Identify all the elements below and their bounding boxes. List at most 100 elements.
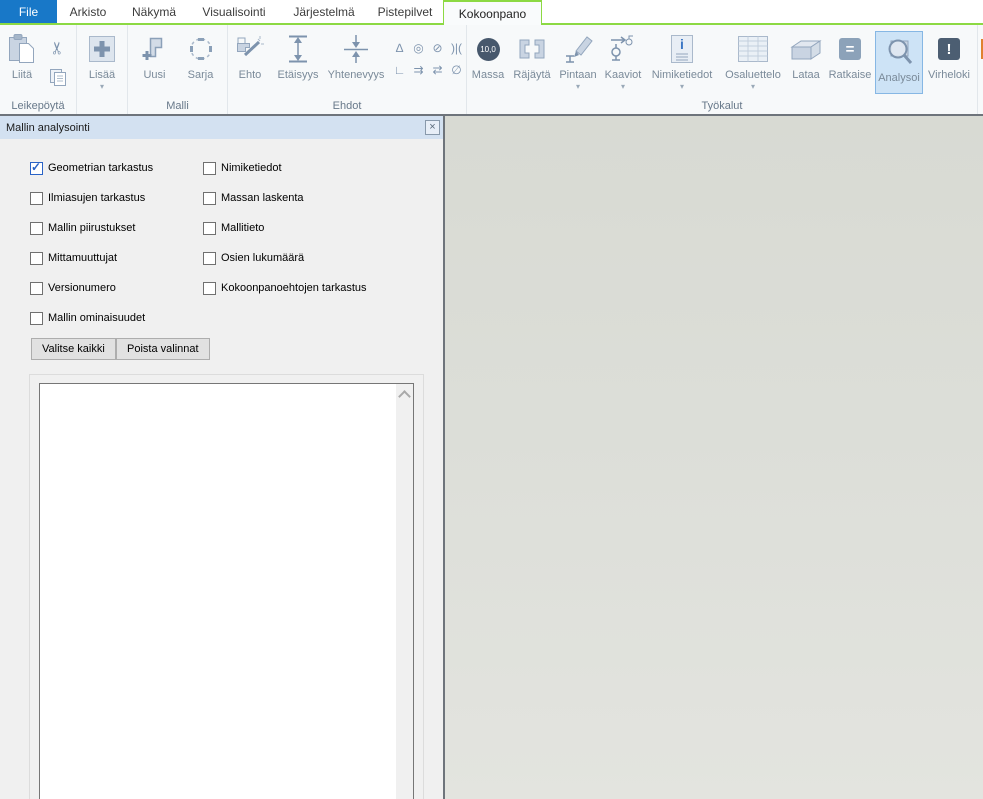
checkbox-mallitieto[interactable]: ✓ Mallitieto bbox=[203, 221, 264, 235]
svg-text:i: i bbox=[680, 36, 684, 52]
paste-button[interactable]: Liitä bbox=[0, 29, 44, 82]
select-all-button[interactable]: Valitse kaikki bbox=[31, 338, 116, 360]
analysis-results-listbox[interactable] bbox=[39, 383, 414, 799]
item-data-info-icon: i bbox=[670, 29, 694, 69]
checkbox-kokoonpanoehtojen-tarkastus[interactable]: ✓ Kokoonpanoehtojen tarkastus bbox=[203, 281, 367, 295]
copy-icon[interactable] bbox=[50, 69, 67, 91]
chevron-down-icon: ▾ bbox=[100, 82, 104, 92]
no-tangent-constraint-icon[interactable]: ∅ bbox=[447, 59, 466, 81]
checkbox-box: ✓ bbox=[30, 162, 43, 175]
coincidence-button[interactable]: Yhtenevyys bbox=[324, 29, 388, 82]
coincidence-icon bbox=[343, 29, 369, 69]
mass-icon: 10,0 bbox=[477, 29, 500, 69]
checkbox-label: Kokoonpanoehtojen tarkastus bbox=[221, 282, 367, 294]
tab-kokoonpano-active[interactable]: Kokoonpano bbox=[443, 0, 542, 25]
series-pattern-icon bbox=[188, 29, 214, 69]
tab-nakyma[interactable]: Näkymä bbox=[128, 0, 180, 23]
menu-bar: File Arkisto Näkymä Visualisointi Järjes… bbox=[0, 0, 983, 25]
clear-selections-button[interactable]: Poista valinnat bbox=[116, 338, 210, 360]
checkbox-nimiketiedot[interactable]: ✓ Nimiketiedot bbox=[203, 161, 282, 175]
checkbox-mittamuuttujat[interactable]: ✓ Mittamuuttujat bbox=[30, 251, 117, 265]
error-log-button[interactable]: ! Virheloki bbox=[923, 29, 975, 82]
ribbon-group-malli: Uusi Sarja Malli bbox=[128, 25, 228, 114]
checkbox-label: Massan laskenta bbox=[221, 192, 304, 204]
checkbox-osien-lukumaara[interactable]: ✓ Osien lukumäärä bbox=[203, 251, 304, 265]
checkbox-label: Geometrian tarkastus bbox=[48, 162, 153, 174]
parallel-constraint-icon[interactable]: ⇉ bbox=[409, 59, 428, 81]
scroll-up-icon[interactable] bbox=[398, 390, 411, 403]
solve-button[interactable]: = Ratkaise bbox=[825, 29, 875, 82]
checkbox-ilmiasujen-tarkastus[interactable]: ✓ Ilmiasujen tarkastus bbox=[30, 191, 145, 205]
checkbox-massan-laskenta[interactable]: ✓ Massan laskenta bbox=[203, 191, 304, 205]
checkbox-box: ✓ bbox=[203, 192, 216, 205]
parts-list-button[interactable]: Osaluettelo ▾ bbox=[719, 29, 787, 92]
chevron-down-icon: ▾ bbox=[751, 82, 755, 92]
to-surface-button[interactable]: Pintaan ▾ bbox=[555, 29, 601, 92]
checkbox-box: ✓ bbox=[30, 282, 43, 295]
ribbon-overflow-area bbox=[978, 25, 983, 114]
checkbox-box: ✓ bbox=[203, 282, 216, 295]
checkbox-mallin-piirustukset[interactable]: ✓ Mallin piirustukset bbox=[30, 221, 135, 235]
tangent-constraint-icon[interactable]: ⊘ bbox=[428, 37, 447, 59]
group-label-tyokalut: Työkalut bbox=[467, 100, 977, 112]
checkbox-label: Mittamuuttujat bbox=[48, 252, 117, 264]
checkbox-versionumero[interactable]: ✓ Versionumero bbox=[30, 281, 116, 295]
checkbox-box: ✓ bbox=[30, 192, 43, 205]
add-button[interactable]: Lisää ▾ bbox=[79, 29, 125, 92]
diagrams-button[interactable]: Kaaviot ▾ bbox=[601, 29, 645, 92]
checkbox-box: ✓ bbox=[203, 222, 216, 235]
cut-icon[interactable]: ✂ bbox=[45, 41, 71, 55]
concentric-constraint-icon[interactable]: ◎ bbox=[409, 37, 428, 59]
distance-label: Etäisyys bbox=[278, 69, 319, 82]
tab-visualisointi[interactable]: Visualisointi bbox=[196, 0, 272, 23]
diagrams-label: Kaaviot bbox=[605, 69, 642, 82]
checkbox-label: Osien lukumäärä bbox=[221, 252, 304, 264]
symmetry-constraint-icon[interactable]: )|( bbox=[447, 37, 466, 59]
group-label-malli: Malli bbox=[128, 100, 227, 112]
mass-button[interactable]: 10,0 Massa bbox=[467, 29, 509, 82]
chevron-down-icon: ▾ bbox=[680, 82, 684, 92]
model-viewport[interactable] bbox=[445, 116, 983, 799]
ribbon-group-lisaa: Lisää ▾ bbox=[77, 25, 128, 114]
ribbon-group-ehdot: Ehto Etäisyys bbox=[228, 25, 467, 114]
tab-arkisto[interactable]: Arkisto bbox=[62, 0, 114, 23]
chevron-down-icon: ▾ bbox=[576, 82, 580, 92]
perpendicular-constraint-icon[interactable]: ∟ bbox=[390, 59, 409, 81]
clipboard-paste-icon bbox=[8, 29, 36, 69]
tab-pistepilvet[interactable]: Pistepilvet bbox=[376, 0, 434, 23]
tab-jarjestelma[interactable]: Järjestelmä bbox=[286, 0, 362, 23]
tab-file[interactable]: File bbox=[0, 0, 57, 23]
to-surface-label: Pintaan bbox=[559, 69, 596, 82]
condition-button[interactable]: Ehto bbox=[228, 29, 272, 82]
listbox-scrollbar[interactable] bbox=[396, 384, 413, 799]
load-label: Lataa bbox=[792, 69, 820, 82]
checkbox-mallin-ominaisuudet[interactable]: ✓ Mallin ominaisuudet bbox=[30, 311, 145, 325]
close-icon[interactable]: × bbox=[425, 120, 440, 135]
explode-label: Räjäytä bbox=[513, 69, 550, 82]
explode-button[interactable]: Räjäytä bbox=[509, 29, 555, 82]
load-button[interactable]: Lataa bbox=[787, 29, 825, 82]
item-data-button[interactable]: i Nimiketiedot ▾ bbox=[645, 29, 719, 92]
new-part-icon bbox=[142, 29, 168, 69]
new-button[interactable]: Uusi bbox=[132, 29, 178, 82]
item-data-label: Nimiketiedot bbox=[652, 69, 713, 82]
chevron-down-icon: ▾ bbox=[621, 82, 625, 92]
checkbox-geometrian-tarkastus[interactable]: ✓ Geometrian tarkastus bbox=[30, 161, 153, 175]
analyze-button[interactable]: Analysoi bbox=[875, 31, 923, 94]
group-label-ehdot: Ehdot bbox=[228, 100, 466, 112]
series-label: Sarja bbox=[188, 69, 214, 82]
error-log-label: Virheloki bbox=[928, 69, 970, 82]
angle-constraint-icon[interactable]: ∆ bbox=[390, 37, 409, 59]
constraint-icon-grid: ∆ ◎ ⊘ )|( ∟ ⇉ ⇄ ∅ bbox=[390, 37, 466, 81]
equal-constraint-icon[interactable]: ⇄ bbox=[428, 59, 447, 81]
checkbox-label: Mallitieto bbox=[221, 222, 264, 234]
distance-icon bbox=[287, 29, 309, 69]
error-log-exclamation-icon: ! bbox=[938, 29, 960, 69]
solve-label: Ratkaise bbox=[829, 69, 872, 82]
new-label: Uusi bbox=[143, 69, 165, 82]
checkbox-box: ✓ bbox=[30, 252, 43, 265]
distance-button[interactable]: Etäisyys bbox=[272, 29, 324, 82]
check-icon: ✓ bbox=[31, 160, 41, 174]
load-box-icon bbox=[790, 29, 822, 69]
series-button[interactable]: Sarja bbox=[178, 29, 224, 82]
